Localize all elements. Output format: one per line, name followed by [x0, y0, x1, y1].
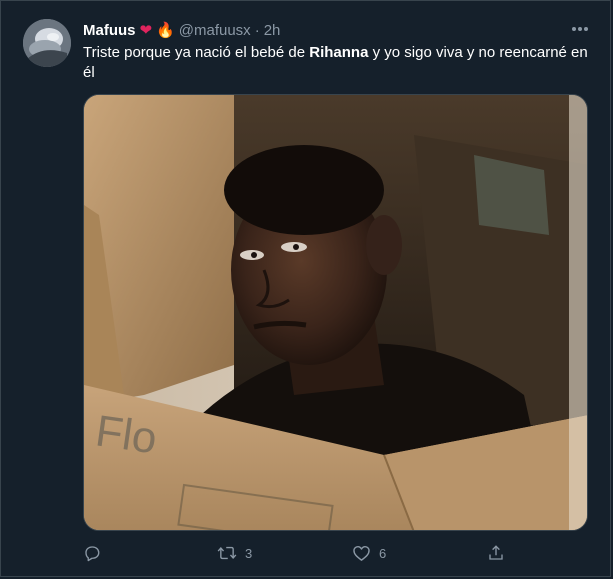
reply-icon [85, 546, 100, 562]
photo-man-in-box: Flo [84, 95, 587, 530]
avatar-photo [23, 19, 71, 67]
more-horizontal-icon [572, 27, 588, 31]
share-icon [489, 545, 503, 560]
user-handle[interactable]: @mafuusx [179, 22, 251, 39]
more-options-button[interactable] [567, 19, 593, 39]
separator-dot: · [254, 21, 260, 39]
retweet-count: 3 [245, 545, 253, 561]
reply-button[interactable] [83, 541, 109, 565]
display-name[interactable]: Mafuus [83, 22, 136, 39]
mention-bold: Rihanna [309, 44, 369, 61]
retweet-button[interactable]: 3 [217, 541, 252, 565]
like-button[interactable]: 6 [352, 541, 386, 565]
share-button[interactable] [487, 541, 513, 565]
tweet-text: Triste porque ya nació el bebé de Rihann… [83, 43, 593, 83]
tweet-header: Mafuus ❤ 🔥 @mafuusx · 2h [83, 19, 280, 41]
tweet-text-start: Triste porque ya nació el bebé de [83, 44, 310, 61]
tweet-media-image[interactable]: Flo [83, 94, 588, 531]
tweet-actions: 3 6 [83, 541, 513, 565]
red-heart-emoji: ❤ [139, 20, 153, 39]
heart-icon [353, 545, 370, 561]
avatar[interactable] [23, 19, 71, 67]
box-print-text: Flo [93, 406, 160, 463]
retweet-icon [217, 546, 237, 560]
fire-emoji: 🔥 [156, 20, 175, 39]
like-count: 6 [379, 545, 387, 561]
timestamp[interactable]: 2h [264, 22, 281, 39]
tweet-card[interactable]: Mafuus ❤ 🔥 @mafuusx · 2h Triste porque y… [0, 0, 611, 577]
